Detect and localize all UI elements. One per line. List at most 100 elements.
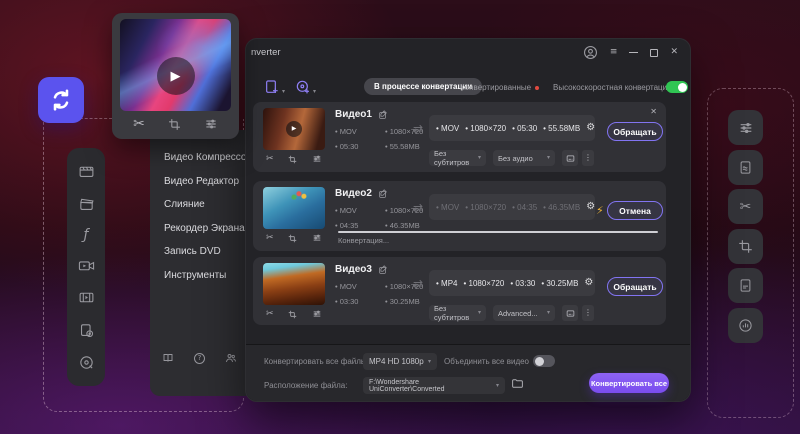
menu-item-video-compressor[interactable]: Видео Компрессор — [164, 152, 252, 163]
subtitle-edit-button[interactable] — [562, 150, 578, 166]
tgt-size: • 46.35MB — [543, 203, 580, 212]
effects-sliders-icon[interactable] — [204, 117, 218, 131]
menu-item-tools[interactable]: Инструменты — [164, 270, 252, 281]
settings-gear-icon[interactable]: ⚙ — [586, 202, 595, 212]
effects-sliders-icon[interactable] — [312, 233, 322, 243]
tgt-format: • MP4 — [436, 279, 457, 288]
chevron-down-icon: ▾ — [547, 155, 550, 161]
notification-dot — [535, 86, 539, 90]
trim-scissors-icon[interactable]: ✂ — [266, 310, 274, 319]
menu-item-merge[interactable]: Слияние — [164, 199, 252, 210]
convert-arrows-icon: ⇄ — [413, 123, 423, 135]
output-location-dropdown[interactable]: F:\Wondershare UniConverter\Converted ▾ — [363, 377, 505, 394]
library-icon[interactable] — [162, 352, 174, 364]
account-avatar-icon[interactable] — [583, 45, 598, 60]
subtitle-dropdown[interactable]: Без субтитров ▾ — [429, 305, 486, 321]
uniconverter-window: nverter ≡ ✕ ▾ ▾ В процессе конвертации К… — [245, 38, 691, 402]
convert-app-button[interactable] — [38, 77, 84, 123]
tgt-duration: • 05:30 — [512, 124, 537, 133]
effects-sliders-icon[interactable] — [312, 154, 322, 164]
settings-gear-icon[interactable]: ⚙ — [586, 123, 595, 133]
target-format-box[interactable]: • MP4 • 1080×720 • 03:30 • 30.25MB ⚙ — [429, 270, 595, 296]
video-thumbnail[interactable]: ▶ — [263, 108, 325, 150]
help-icon[interactable]: ? — [194, 353, 205, 364]
effects-sliders-icon[interactable] — [312, 309, 322, 319]
close-button[interactable]: ✕ — [670, 48, 678, 57]
subtitle-edit-button[interactable] — [562, 305, 578, 321]
trim-scissors-icon[interactable]: ✂ — [133, 117, 145, 131]
tgt-duration: • 04:35 — [512, 203, 537, 212]
subtitle-dropdown[interactable]: Без субтитров ▾ — [429, 150, 486, 166]
menu-item-video-editor[interactable]: Видео Редактор — [164, 176, 252, 187]
crop-icon[interactable] — [288, 155, 297, 164]
titlebar[interactable]: nverter ≡ ✕ — [246, 39, 690, 67]
tgt-size: • 30.25MB — [541, 279, 578, 288]
compressor-icon[interactable] — [78, 163, 95, 180]
rename-icon[interactable] — [378, 265, 388, 275]
src-duration: • 04:35 — [335, 221, 385, 230]
video-title: Видео3 — [335, 264, 372, 275]
account-icon[interactable] — [225, 352, 237, 364]
more-options-button[interactable]: ⋮ — [582, 305, 594, 321]
minimize-button[interactable] — [629, 52, 638, 53]
convert-row-button[interactable]: Обращать — [607, 277, 663, 296]
tab-converted[interactable]: Конвертированные — [460, 83, 539, 92]
menu-item-dvd-burn[interactable]: Запись DVD — [164, 246, 252, 257]
tgt-size: • 55.58MB — [543, 124, 580, 133]
convert-to-label: Конвертировать все файлы в: — [264, 357, 375, 366]
dvd-burn-icon[interactable] — [78, 322, 95, 339]
trim-scissors-icon[interactable]: ✂ — [266, 155, 274, 164]
crop-icon[interactable] — [288, 234, 297, 243]
right-dock-watermark-button[interactable] — [728, 150, 763, 185]
merge-toggle[interactable] — [533, 355, 555, 367]
target-format-box[interactable]: • MOV • 1080×720 • 05:30 • 55.58MB ⚙ — [429, 115, 595, 141]
convert-all-button[interactable]: Конвертировать все — [589, 373, 669, 393]
rename-icon[interactable] — [378, 189, 388, 199]
task-row: ▶ ✂ Видео1 • MOV • 1080×720 • 05:30 • 55… — [253, 102, 666, 172]
video-title: Видео1 — [335, 109, 372, 120]
convert-row-button[interactable]: Обращать — [607, 122, 663, 141]
convert-settings-bar: Конвертировать все файлы в: MP4 HD 1080p… — [246, 344, 690, 401]
right-dock-subtitle-button[interactable] — [728, 268, 763, 303]
crop-icon[interactable] — [168, 118, 181, 131]
subtitle-value: Без субтитров — [434, 304, 478, 322]
desktop-background: ƒ Видео Компрессор Видео Редактор Слияни… — [0, 0, 800, 434]
trim-scissors-icon: ✂ — [740, 200, 752, 214]
chevron-down-icon: ▾ — [428, 359, 431, 365]
screen-recorder-icon[interactable] — [78, 257, 95, 274]
effects-fx-icon[interactable]: ƒ — [84, 228, 89, 242]
video-thumbnail[interactable] — [263, 263, 325, 305]
add-files-button[interactable]: ▾ — [264, 79, 285, 95]
play-button[interactable]: ▶ — [157, 57, 195, 95]
clapperboard-icon[interactable] — [78, 196, 95, 213]
play-icon[interactable]: ▶ — [286, 121, 302, 137]
output-format-dropdown[interactable]: MP4 HD 1080p ▾ — [363, 353, 437, 370]
cancel-row-button[interactable]: Отмена — [607, 201, 663, 220]
right-dock-effects-button[interactable] — [728, 110, 763, 145]
right-dock-audio-button[interactable] — [728, 308, 763, 343]
menu-item-screen-recorder[interactable]: Рекордер Экрана — [164, 223, 252, 234]
row-tools: ✂ — [263, 154, 325, 164]
remove-row-icon[interactable]: ✕ — [650, 108, 657, 116]
effects-sliders-icon — [738, 120, 754, 136]
trim-scissors-icon[interactable]: ✂ — [266, 234, 274, 243]
filmstrip-icon[interactable] — [78, 289, 95, 306]
tgt-resolution: • 1080×720 — [463, 279, 504, 288]
add-dvd-button[interactable]: ▾ — [295, 79, 316, 95]
right-dock-trim-button[interactable]: ✂ — [728, 189, 763, 224]
crop-icon[interactable] — [288, 310, 297, 319]
chevron-down-icon: ▾ — [313, 89, 316, 95]
audio-dropdown[interactable]: Без аудио ▾ — [493, 150, 555, 166]
audio-dropdown[interactable]: Advanced... ▾ — [493, 305, 555, 321]
highspeed-toggle[interactable] — [666, 81, 688, 93]
right-dock-crop-button[interactable] — [728, 229, 763, 264]
rename-icon[interactable] — [378, 110, 388, 120]
toolbox-disc-icon[interactable] — [78, 354, 95, 371]
settings-gear-icon[interactable]: ⚙ — [584, 278, 593, 288]
more-options-button[interactable]: ⋮ — [582, 150, 594, 166]
open-folder-icon[interactable] — [511, 377, 524, 390]
launcher-menu: Видео Компрессор Видео Редактор Слияние … — [164, 152, 252, 281]
menu-icon[interactable]: ≡ — [610, 48, 618, 57]
maximize-button[interactable] — [650, 49, 658, 57]
video-thumbnail[interactable] — [263, 187, 325, 229]
